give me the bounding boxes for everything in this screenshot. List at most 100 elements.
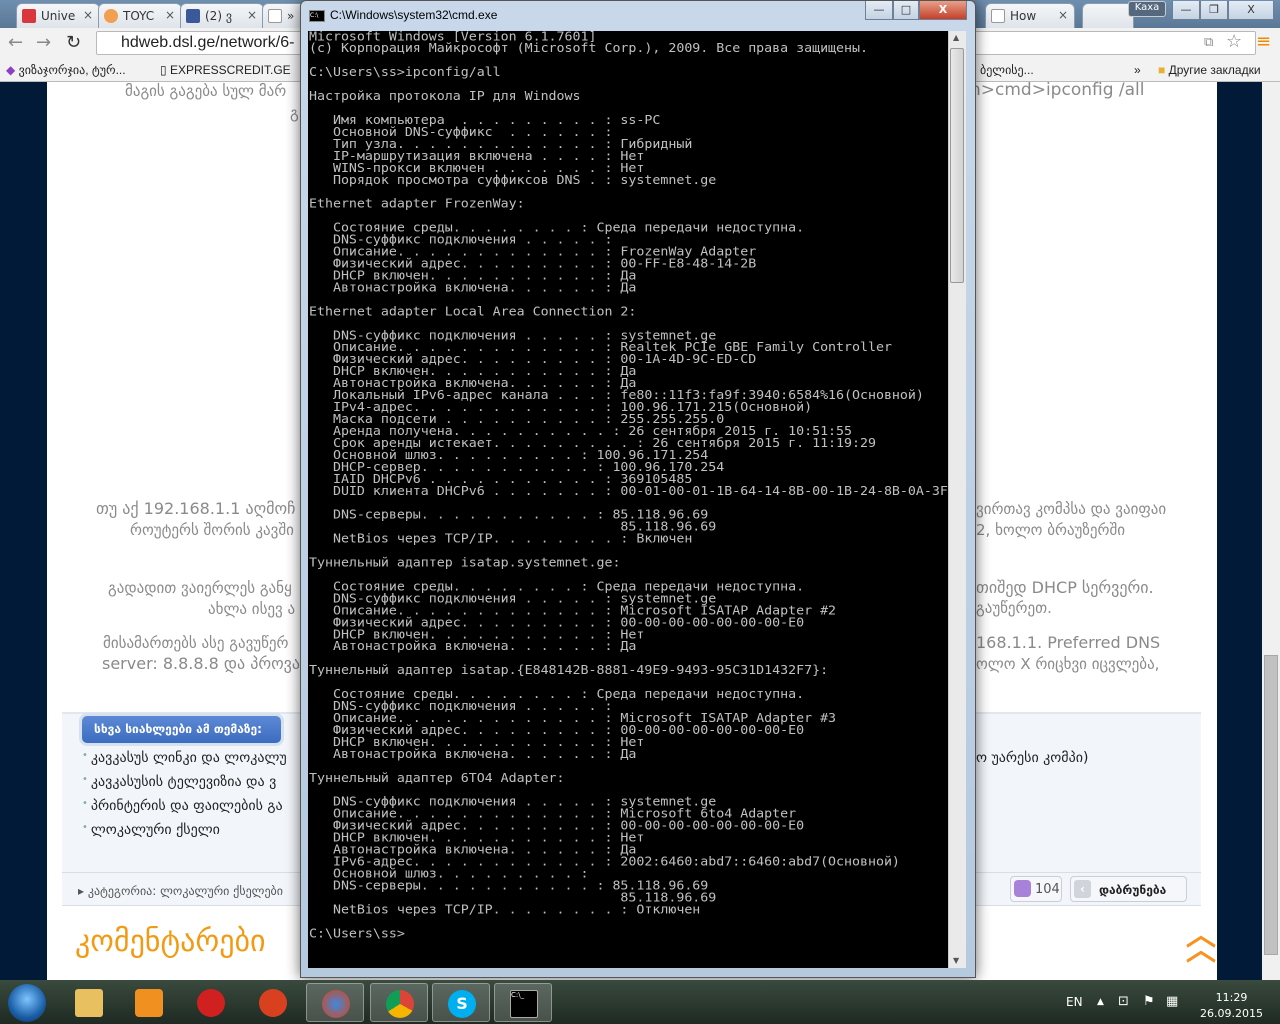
new-tab-button[interactable] xyxy=(1082,3,1134,28)
related-news-link[interactable]: კავკასუსის ტელევიზია და ვ xyxy=(82,774,276,790)
folder-icon xyxy=(75,989,103,1017)
user-badge[interactable]: Kaxa xyxy=(1128,1,1166,17)
comment-count: 104 xyxy=(1035,882,1060,897)
bookmarks-overflow[interactable]: » xyxy=(1134,63,1141,77)
close-tab-icon[interactable]: × xyxy=(165,8,175,22)
taskbar-skype[interactable]: S xyxy=(432,983,490,1022)
media-player-icon xyxy=(135,989,163,1017)
console-lines: Microsoft Windows [Version 6.1.7601] (c) … xyxy=(309,31,948,941)
language-indicator[interactable]: EN xyxy=(1066,995,1083,1009)
clock-time: 11:29 xyxy=(1215,991,1248,1004)
app-icon xyxy=(197,989,225,1017)
console-line: Ethernet adapter Local Area Connection 2… xyxy=(309,305,637,320)
console-line: Порядок просмотра суффиксов DNS . : syst… xyxy=(309,173,717,188)
related-news-link-tail[interactable]: ო უარესი კომპი) xyxy=(976,750,1088,766)
article-text: გადადით ვაიერლეს განყ xyxy=(108,579,292,597)
taskbar-media-player[interactable] xyxy=(120,983,178,1022)
taskbar-chrome[interactable] xyxy=(370,983,428,1022)
tab-toyc[interactable]: TOYC × xyxy=(98,3,182,28)
bookmark-icon: ◆ xyxy=(6,63,16,77)
page-side-band xyxy=(1217,82,1262,980)
bookmark-item[interactable]: ▯ EXPRESSCREDIT.GE xyxy=(160,63,291,77)
tab-unive[interactable]: Unive × xyxy=(16,3,100,28)
forward-icon[interactable]: → xyxy=(36,32,51,53)
tab-label: Unive xyxy=(41,9,76,23)
taskbar-ccleaner[interactable] xyxy=(244,983,302,1022)
related-news-link[interactable]: კავკასუს ლინკი და ლოკალუ xyxy=(82,750,287,766)
facebook-icon xyxy=(186,9,200,23)
cmd-scrollbar-thumb[interactable] xyxy=(950,48,964,283)
tab-label: (2) ვ xyxy=(205,9,232,23)
translate-icon[interactable]: ⧉ xyxy=(1204,35,1213,50)
back-button[interactable]: ‹ დაბრუნება xyxy=(1070,876,1187,902)
cmd-icon: C:\ xyxy=(309,10,325,22)
article-text: server: 8.8.8.8 და პროვა xyxy=(102,654,300,673)
clock[interactable]: 11:29 26.09.2015 xyxy=(1200,990,1263,1022)
console-line: NetBios через TCP/IP. . . . . . . . : От… xyxy=(309,903,701,918)
article-text: ვირთავ კომპსა და ვაიფაი xyxy=(976,500,1167,518)
taskbar-cmd[interactable]: C:\_ xyxy=(494,983,552,1022)
article-text: მისამართებს ასე გავუწერ xyxy=(103,634,289,652)
article-text: როუტერს შორის კავში xyxy=(130,521,294,539)
skype-icon: S xyxy=(448,990,476,1018)
browser-icon xyxy=(322,990,350,1018)
restore-button[interactable]: ❐ xyxy=(1200,1,1228,20)
cmd-window-title: C:\Windows\system32\cmd.exe xyxy=(330,8,498,22)
close-tab-icon[interactable]: × xyxy=(247,8,257,22)
taskbar-browser[interactable] xyxy=(306,983,364,1022)
category-link[interactable]: ▸ კატეგორია: ლოკალური ქსელები xyxy=(78,884,283,898)
other-bookmarks[interactable]: ■ Другие закладки xyxy=(1158,63,1261,77)
comment-count-badge[interactable]: 104 xyxy=(1010,876,1062,902)
console-line: Туннельный адаптер isatap.systemnet.ge: xyxy=(309,556,621,571)
cart-icon xyxy=(22,9,36,23)
page-scrollbar-thumb[interactable] xyxy=(1264,655,1278,955)
article-text: ოლო X რიცხვი იცვლება, xyxy=(976,655,1160,673)
tab-facebook[interactable]: (2) ვ × xyxy=(180,3,264,28)
related-news-heading: სხვა სიახლეები ამ თემაზე: xyxy=(82,716,281,743)
bookmark-label: Другие закладки xyxy=(1168,63,1261,77)
start-button[interactable] xyxy=(8,984,46,1022)
article-text: გ xyxy=(290,104,299,122)
console-line: Автонастройка включена. . . . . . : Да xyxy=(309,281,637,296)
reload-icon[interactable]: ↻ xyxy=(66,32,81,53)
star-icon[interactable]: ☆ xyxy=(1226,31,1242,52)
cmd-icon: C:\_ xyxy=(510,990,538,1018)
chevron-left-icon: ‹ xyxy=(1074,880,1091,898)
console-line: DUID клиента DHCPv6 . . . . . . . : 00-0… xyxy=(309,484,948,499)
related-news-link[interactable]: პრინტერის და ფაილების გა xyxy=(82,798,283,814)
flag-icon[interactable]: ⚑ xyxy=(1143,994,1155,1009)
console-output[interactable]: Microsoft Windows [Version 6.1.7601] (c) … xyxy=(308,31,948,968)
windows-icon[interactable]: ▦ xyxy=(1166,994,1178,1009)
tray-expand-icon[interactable]: ▲ xyxy=(1097,997,1104,1007)
article-text: თუ აქ 192.168.1.1 აღმოჩ xyxy=(96,499,296,518)
bookmark-item[interactable]: ◆ ვიზაჯორჯია, ტურ... xyxy=(6,63,126,77)
close-button[interactable]: X xyxy=(1228,1,1274,20)
cmd-maximize-button[interactable]: □ xyxy=(893,1,919,20)
close-tab-icon[interactable]: × xyxy=(1058,8,1068,22)
article-text: ახლა ისევ ა xyxy=(208,600,296,618)
article-text: გაუწერეთ. xyxy=(976,599,1052,617)
clock-date: 26.09.2015 xyxy=(1200,1007,1263,1020)
scroll-to-top-icon[interactable]: ︿ ︿ xyxy=(1186,921,1216,966)
tab-how[interactable]: How × xyxy=(985,3,1075,28)
console-line: Автонастройка включена. . . . . . : Да xyxy=(309,747,637,762)
comment-icon xyxy=(1014,880,1031,897)
cmd-minimize-button[interactable]: — xyxy=(865,1,893,20)
back-icon[interactable]: ← xyxy=(8,32,23,53)
scroll-down-icon[interactable]: ▼ xyxy=(953,956,959,965)
console-line: C:\Users\ss> xyxy=(309,927,405,941)
related-news-link[interactable]: ლოკალური ქსელი xyxy=(82,822,220,838)
bookmark-item[interactable]: ბელისე... xyxy=(980,63,1034,77)
close-tab-icon[interactable]: × xyxy=(83,8,93,22)
page-icon xyxy=(268,9,282,23)
page-icon: ▯ xyxy=(160,63,167,77)
minimize-button[interactable]: — xyxy=(1172,1,1200,20)
network-icon[interactable]: ⊡ xyxy=(1118,994,1129,1009)
taskbar-explorer[interactable] xyxy=(60,983,118,1022)
scroll-up-icon[interactable]: ▲ xyxy=(953,33,959,42)
menu-icon[interactable]: ≡ xyxy=(1256,31,1271,52)
article-text: მაგის გაგება სულ მარ xyxy=(125,82,287,100)
page-side-band xyxy=(0,82,47,980)
taskbar-app-red[interactable] xyxy=(182,983,240,1022)
cmd-close-button[interactable]: X xyxy=(919,1,967,20)
